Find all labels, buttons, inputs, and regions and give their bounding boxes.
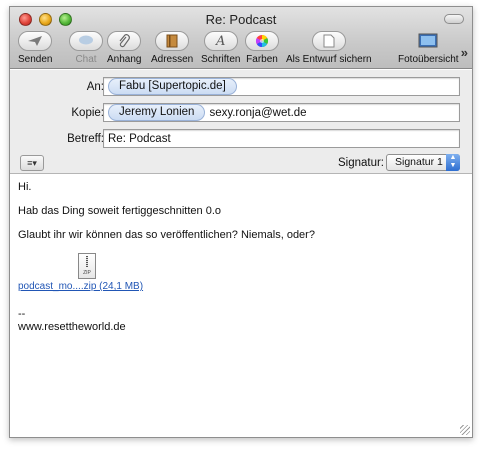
title-bar: Re: Podcast Senden Chat Anhang Adressen … (10, 7, 472, 69)
save-draft-button[interactable]: Als Entwurf sichern (286, 31, 372, 65)
select-arrows-icon: ▲ ▼ (446, 154, 460, 171)
body-greeting: Hi. (18, 181, 32, 193)
send-icon (18, 31, 53, 51)
subject-value: Re: Podcast (108, 132, 171, 145)
fonts-button[interactable]: A Schriften (201, 31, 240, 65)
body-line-1: Hab das Ding soweit fertiggeschnitten 0.… (18, 205, 222, 217)
to-field[interactable]: Fabu [Supertopic.de] (103, 77, 460, 96)
cc-row: Kopie: Jeremy Lonien sexy.ronja@wet.de (10, 103, 472, 123)
cc-address-text: sexy.ronja@wet.de (209, 106, 307, 119)
addresses-button[interactable]: Adressen (151, 31, 193, 65)
cc-field[interactable]: Jeremy Lonien sexy.ronja@wet.de (103, 103, 460, 122)
fonts-icon: A (203, 31, 238, 51)
subject-field[interactable]: Re: Podcast (103, 129, 460, 148)
body-line-2: Glaubt ihr wir können das so veröffentli… (18, 229, 315, 241)
color-wheel-icon (245, 31, 279, 51)
compose-window: Re: Podcast Senden Chat Anhang Adressen … (9, 6, 473, 438)
subject-row: Betreff: Re: Podcast (10, 129, 472, 149)
signature-value: Signatur 1 (395, 156, 443, 168)
chat-icon (69, 31, 103, 51)
recipient-token[interactable]: Fabu [Supertopic.de] (108, 78, 237, 95)
draft-icon (311, 31, 346, 51)
photo-browser-button[interactable]: Fotoübersicht (398, 31, 459, 65)
to-row: An: Fabu [Supertopic.de] (10, 77, 472, 97)
photo-browser-icon (411, 31, 445, 51)
attach-button[interactable]: Anhang (107, 31, 141, 65)
signature-select[interactable]: Signatur 1 ▲ ▼ (386, 154, 460, 171)
resize-grip-icon[interactable] (460, 425, 470, 435)
toolbar-toggle-button[interactable] (444, 14, 464, 24)
cc-recipient-token[interactable]: Jeremy Lonien (108, 104, 206, 121)
message-headers: An: Fabu [Supertopic.de] Kopie: Jeremy L… (10, 70, 472, 174)
send-button[interactable]: Senden (18, 31, 52, 65)
attachment[interactable]: ZIP podcast_mo....zip (24,1 MB) (18, 253, 464, 292)
paperclip-icon (107, 31, 142, 51)
signature-separator: -- (18, 308, 26, 320)
zip-file-icon: ZIP (78, 253, 96, 279)
address-book-icon (155, 31, 190, 51)
window-title: Re: Podcast (205, 12, 277, 27)
message-body[interactable]: Hi. Hab das Ding soweit fertiggeschnitte… (10, 175, 472, 437)
toolbar-overflow-chevron-icon[interactable]: » (461, 45, 468, 60)
subject-label: Betreff: (67, 133, 104, 145)
signature-label: Signatur: (337, 157, 384, 169)
toolbar: Senden Chat Anhang Adressen A Schriften … (14, 31, 468, 67)
colors-button[interactable]: Farben (245, 31, 279, 65)
signature-url: www.resettheworld.de (18, 321, 126, 333)
cc-label: Kopie: (71, 107, 104, 119)
signature-block: -- www.resettheworld.de (18, 308, 464, 334)
chat-button[interactable]: Chat (69, 31, 103, 65)
format-menu-button[interactable]: ≡▾ (20, 155, 44, 171)
to-label: An: (86, 81, 104, 93)
attachment-link[interactable]: podcast_mo....zip (24,1 MB) (18, 281, 143, 292)
